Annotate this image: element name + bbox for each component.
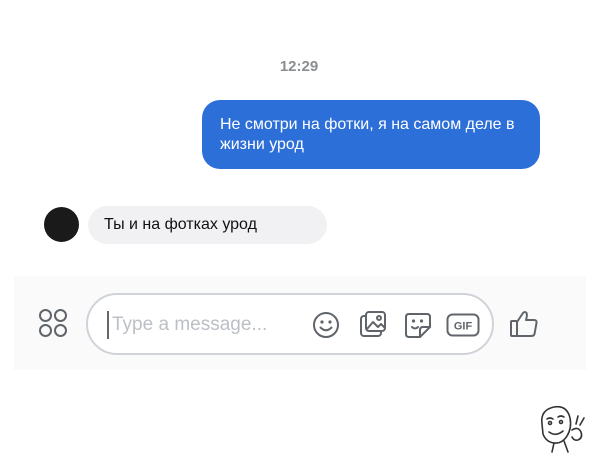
contact-avatar[interactable] bbox=[44, 207, 79, 242]
outgoing-message-bubble[interactable]: Не смотри на фотки, я на самом деле в жи… bbox=[202, 100, 540, 169]
thumbs-up-icon[interactable] bbox=[508, 308, 540, 340]
emoji-icon[interactable] bbox=[312, 311, 340, 339]
sticker-icon[interactable] bbox=[403, 310, 433, 340]
message-input[interactable] bbox=[112, 312, 302, 338]
apps-grid-icon[interactable] bbox=[38, 308, 68, 338]
image-icon[interactable] bbox=[359, 310, 387, 338]
outgoing-message-text: Не смотри на фотки, я на самом деле в жи… bbox=[220, 116, 515, 153]
svg-text:GIF: GIF bbox=[454, 321, 473, 333]
gif-icon[interactable]: GIF bbox=[446, 313, 480, 337]
incoming-message-text: Ты и на фотках урод bbox=[104, 216, 257, 233]
incoming-message-bubble[interactable]: Ты и на фотках урод bbox=[88, 206, 327, 244]
message-timestamp: 12:29 bbox=[279, 58, 319, 75]
text-cursor bbox=[107, 311, 109, 339]
meme-face-doodle bbox=[534, 402, 592, 454]
